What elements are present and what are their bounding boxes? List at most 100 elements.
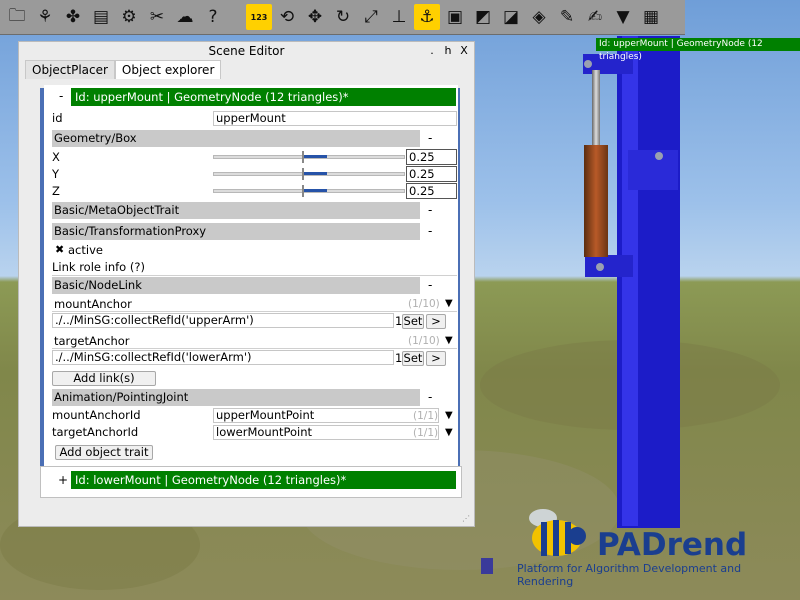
bolt-icon	[584, 60, 592, 68]
tools-icon[interactable]: ✂	[144, 4, 170, 30]
camera-rotate-icon[interactable]: ⟲	[274, 4, 300, 30]
target-anchor-id-field[interactable]: lowerMountPoint	[213, 425, 439, 440]
section-nodelink[interactable]: Basic/NodeLink	[52, 277, 420, 294]
model-lower-arm[interactable]	[585, 255, 633, 277]
select-icon[interactable]: ◪	[498, 4, 524, 30]
y-slider-knob[interactable]	[302, 168, 304, 180]
model-diagonal-brace	[628, 150, 678, 190]
move-icon[interactable]: ✥	[302, 4, 328, 30]
divider	[52, 311, 457, 312]
section-metaobjecttrait[interactable]: Basic/MetaObjectTrait	[52, 202, 420, 219]
numbers-icon[interactable]: 123	[246, 4, 272, 30]
collapse-nodelink-button[interactable]: -	[428, 278, 432, 292]
padrend-logo: PADrend	[597, 527, 748, 563]
window-titlebar[interactable]: Scene Editor . h X	[19, 42, 474, 60]
resize-grip-icon[interactable]: ⋰	[462, 514, 470, 523]
collapse-node-button[interactable]: -	[59, 89, 63, 103]
bolt-icon	[596, 263, 604, 271]
id-label: id	[52, 111, 63, 125]
help-icon[interactable]: ?	[200, 4, 226, 30]
window-close-button[interactable]: X	[457, 43, 471, 58]
pick-icon[interactable]: ◈	[526, 4, 552, 30]
weather-icon[interactable]: ☁	[172, 4, 198, 30]
target-anchor-set-button[interactable]: Set	[402, 351, 424, 366]
draw-icon[interactable]: ✎	[554, 4, 580, 30]
edit-mesh-icon[interactable]: ◩	[470, 4, 496, 30]
folder-icon[interactable]: 🗀	[4, 4, 30, 30]
target-anchor-label: targetAnchor	[54, 334, 130, 348]
y-slider-fill	[303, 172, 327, 175]
document-icon[interactable]: ▦	[638, 4, 664, 30]
mount-anchor-label: mountAnchor	[54, 297, 132, 311]
add-object-trait-button[interactable]: Add object trait	[55, 445, 153, 460]
padrend-tagline: Platform for Algorithm Development and R…	[517, 562, 742, 588]
section-geometry-box[interactable]: Geometry/Box	[52, 130, 420, 147]
target-anchor-id-label: targetAnchorId	[52, 425, 139, 439]
anchor-icon[interactable]: ⚓	[414, 4, 440, 30]
id-field[interactable]: upperMount	[213, 111, 457, 126]
selection-label: Id: upperMount | GeometryNode (12 triang…	[596, 38, 800, 62]
collapse-geometry-button[interactable]: -	[428, 131, 432, 145]
model-column-edge	[622, 36, 638, 526]
align-icon[interactable]: ⊥	[386, 4, 412, 30]
target-anchor-id-dropdown-icon[interactable]: ▼	[445, 427, 453, 438]
link-role-info[interactable]: Link role info (?)	[52, 260, 145, 274]
filter-icon[interactable]: ▼	[610, 4, 636, 30]
x-label: X	[52, 150, 60, 164]
tab-bar: ObjectPlacer Object explorer	[25, 60, 474, 79]
target-anchor-count: (1/10)	[408, 335, 440, 347]
y-value-field[interactable]: 0.25	[406, 166, 457, 182]
mount-anchor-id-field[interactable]: upperMountPoint	[213, 408, 439, 423]
y-label: Y	[52, 167, 60, 181]
tab-object-explorer[interactable]: Object explorer	[114, 60, 222, 79]
section-pointingjoint[interactable]: Animation/PointingJoint	[52, 389, 420, 406]
bee-logo-icon	[529, 509, 586, 556]
z-slider-knob[interactable]	[302, 185, 304, 197]
tree-icon[interactable]: ⚘	[32, 4, 58, 30]
window-menu-button[interactable]: .	[425, 43, 439, 58]
mount-anchor-count: (1/10)	[408, 298, 440, 310]
mount-anchor-id-dropdown-icon[interactable]: ▼	[445, 410, 453, 421]
section-transformationproxy[interactable]: Basic/TransformationProxy	[52, 223, 420, 240]
window-hide-button[interactable]: h	[441, 43, 455, 58]
collapse-joint-button[interactable]: -	[428, 390, 432, 404]
gear-icon[interactable]: ⚙	[116, 4, 142, 30]
add-links-button[interactable]: Add link(s)	[52, 371, 156, 386]
mount-anchor-goto-button[interactable]: >	[426, 314, 446, 329]
active-checkbox[interactable]: ✖	[55, 243, 64, 256]
z-label: Z	[52, 184, 60, 198]
snap-icon[interactable]: ▣	[442, 4, 468, 30]
mount-anchor-dropdown-icon[interactable]: ▼	[445, 298, 453, 309]
x-slider-fill	[303, 155, 327, 158]
mount-anchor-expression[interactable]: ./../MinSG:collectRefId('upperArm')	[52, 313, 394, 328]
target-anchor-goto-button[interactable]: >	[426, 351, 446, 366]
puzzle-icon[interactable]: ✤	[60, 4, 86, 30]
list-icon[interactable]: ▤	[88, 4, 114, 30]
bolt-icon	[655, 152, 663, 160]
active-label: active	[68, 243, 103, 257]
collapse-meta-button[interactable]: -	[428, 203, 432, 217]
target-anchor-expression[interactable]: ./../MinSG:collectRefId('lowerArm')	[52, 350, 394, 365]
target-anchor-id-count: (1/1)	[413, 427, 439, 439]
tab-objectplacer[interactable]: ObjectPlacer	[25, 60, 115, 79]
mount-anchor-id-count: (1/1)	[413, 410, 439, 422]
expand-node-button[interactable]: +	[58, 473, 68, 487]
window-title: Scene Editor	[208, 44, 285, 58]
node-header-uppermount[interactable]: Id: upperMount | GeometryNode (12 triang…	[71, 88, 456, 106]
collapse-transform-button[interactable]: -	[428, 224, 432, 238]
x-slider-knob[interactable]	[302, 151, 304, 163]
x-value-field[interactable]: 0.25	[406, 149, 457, 165]
divider	[52, 348, 457, 349]
paint-icon[interactable]: ✍	[582, 4, 608, 30]
node-header-lowermount[interactable]: Id: lowerMount | GeometryNode (12 triang…	[71, 471, 456, 489]
rotate-icon[interactable]: ↻	[330, 4, 356, 30]
hydraulic-cylinder[interactable]	[584, 145, 608, 257]
small-cube[interactable]	[481, 558, 493, 574]
mount-anchor-set-button[interactable]: Set	[402, 314, 424, 329]
divider	[52, 275, 457, 276]
mount-anchor-id-label: mountAnchorId	[52, 408, 141, 422]
z-slider-fill	[303, 189, 327, 192]
z-value-field[interactable]: 0.25	[406, 183, 457, 199]
scale-icon[interactable]: ⤢	[358, 4, 384, 30]
target-anchor-dropdown-icon[interactable]: ▼	[445, 335, 453, 346]
